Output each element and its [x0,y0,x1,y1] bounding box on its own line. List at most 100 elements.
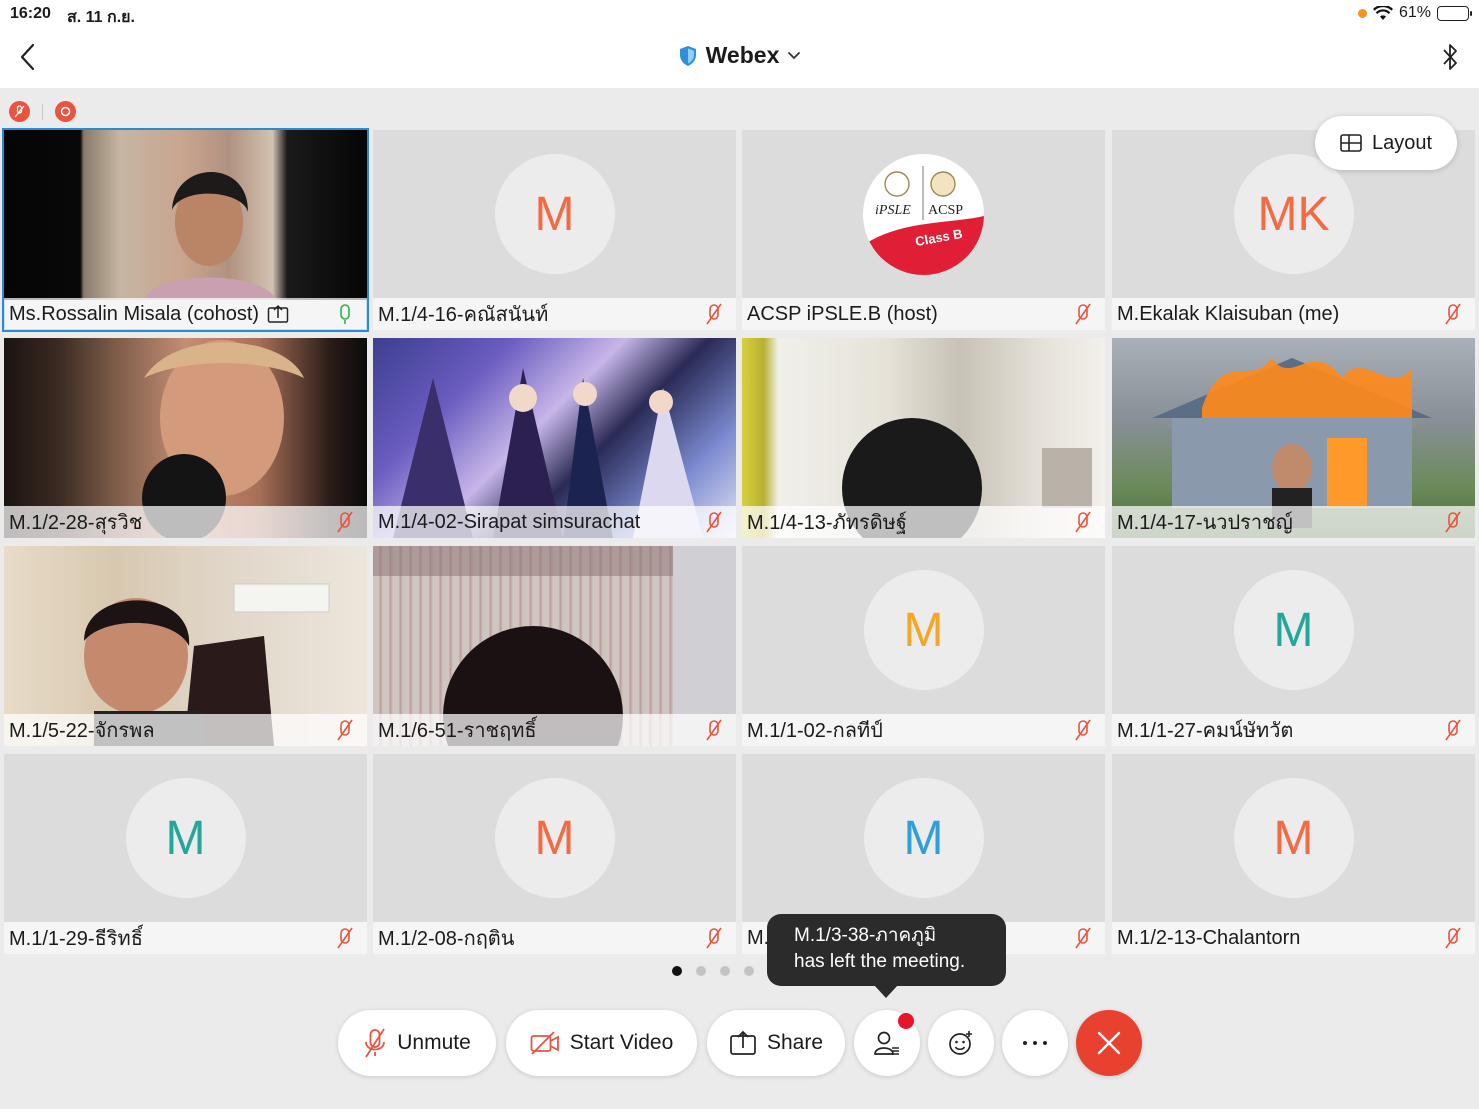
start-video-label: Start Video [569,1031,674,1054]
participant-name-bar: Ms.Rossalin Misala (cohost) [4,298,367,330]
page-dot[interactable] [672,966,682,976]
participant-tile[interactable]: M M.1/4-16-คณัสนันท์ [373,130,736,330]
mic-off-icon [706,303,722,325]
page-dot[interactable] [744,966,754,976]
participant-name-bar: M.1/1-29-ธีริทธิ์ [4,922,367,954]
title-bar: Webex [0,30,1479,88]
participant-name: M.1/2-13-Chalantorn [1117,926,1301,949]
chevron-down-icon [788,51,801,59]
unmute-button[interactable]: Unmute [338,1010,496,1076]
share-label: Share [766,1031,824,1054]
participant-name: M.Ekalak Klaisuban (me) [1117,302,1340,325]
participant-name: M.1/2-08-กฤติน [378,928,515,950]
participant-tile[interactable]: M M.1/1-02-กลทีป์ [742,546,1105,746]
participant-name: M.1/4-02-Sirapat simsurachat [378,510,641,533]
host-logo: iPSLE ACSP Class B [863,154,984,275]
participant-avatar: M [494,778,615,898]
participant-name-bar: M.1/2-08-กฤติน [373,922,736,954]
participant-name-bar: M.1/5-22-จักรพล [4,714,367,746]
status-time: 16:20 [10,5,51,22]
participant-name-bar: M.1/4-02-Sirapat simsurachat [373,506,736,538]
mic-off-icon [1075,719,1091,741]
participant-avatar: M [125,778,246,898]
participant-avatar: M [1233,778,1354,898]
participant-tile[interactable]: M.1/4-17-นวปราชญ์ [1112,338,1475,538]
share-button[interactable]: Share [707,1010,845,1076]
participant-name: M.1/1-29-ธีริทธิ์ [9,928,143,950]
participant-tile[interactable]: M.1/2-28-สุรวิช [4,338,367,538]
participant-tile[interactable]: M.1/6-51-ราชฤทธิ์ [373,546,736,746]
record-icon [60,106,71,117]
indicator-divider [42,103,43,120]
participant-grid: Ms.Rossalin Misala (cohost) M M.1/4-16-ค… [2,128,1476,955]
start-video-button[interactable]: Start Video [506,1010,697,1076]
video-feed [4,130,367,300]
page-indicator [672,966,754,976]
bluetooth-button[interactable] [1435,40,1465,74]
participant-left-toast: M.1/3-38-ภาคภูมิ has left the meeting. [767,914,1006,998]
participant-name-bar: M.Ekalak Klaisuban (me) [1112,298,1475,330]
mic-off-icon [337,511,353,533]
participant-avatar: M [1233,570,1354,690]
battery-icon [1437,5,1472,21]
participant-tile[interactable]: M M.1/2-08-กฤติน [373,754,736,954]
participant-name-bar: M.1/2-13-Chalantorn [1112,922,1475,954]
privacy-indicator-icon [1357,8,1367,18]
mic-off-icon [14,105,25,118]
layout-label: Layout [1371,131,1433,154]
participant-name-bar: ACSP iPSLE.B (host) [742,298,1105,330]
page-dot[interactable] [720,966,730,976]
participant-tile[interactable]: M M.1/2-13-Chalantorn [1112,754,1475,954]
participant-tile[interactable]: iPSLE ACSP Class B ACSP iPSLE.B (host) [742,130,1105,330]
participant-tile[interactable]: M.1/4-02-Sirapat simsurachat [373,338,736,538]
mic-off-icon [706,927,722,949]
participants-button[interactable] [854,1010,920,1076]
mic-off-icon [365,1028,386,1058]
participant-avatar: M [863,778,984,898]
mic-off-icon [337,719,353,741]
mic-off-icon [1075,303,1091,325]
participant-tile[interactable]: M M.1/1-29-ธีริทธิ์ [4,754,367,954]
participant-avatar: MK [1233,154,1354,274]
leave-meeting-button[interactable] [1076,1010,1142,1076]
mic-off-icon [706,719,722,741]
participant-avatar: M [863,570,984,690]
participant-tile[interactable]: M.1/5-22-จักรพล [4,546,367,746]
muted-indicator [9,101,30,122]
logo-text-ipsle: iPSLE [875,203,911,218]
toast-participant-name: M.1/3-38-ภาคภูมิ [794,925,937,946]
participant-name-bar: M.1/4-17-นวปราชญ์ [1112,506,1475,538]
participant-avatar: M [494,154,615,274]
shield-icon [679,45,696,66]
mic-off-icon [1075,927,1091,949]
participant-tile[interactable]: Ms.Rossalin Misala (cohost) [2,128,369,332]
participant-name-bar: M.1/1-02-กลทีป์ [742,714,1105,746]
battery-percent: 61% [1398,4,1431,21]
mic-off-icon [1445,303,1461,325]
mic-on-icon [340,304,350,324]
reactions-button[interactable] [928,1010,994,1076]
mic-off-icon [706,511,722,533]
participant-tile[interactable]: M M.1/1-27-คมน์ษัทวัต [1112,546,1475,746]
layout-button[interactable]: Layout [1315,116,1457,170]
participant-name: M.1/1-02-กลทีป์ [747,720,883,742]
layout-grid-icon [1340,134,1362,152]
meeting-title-dropdown[interactable]: Webex [0,42,1479,69]
mic-off-icon [1445,719,1461,741]
meeting-indicators [9,101,76,122]
share-screen-icon [267,304,289,323]
more-options-button[interactable] [1002,1010,1068,1076]
participant-name: M.1/4-13-ภัทรดิษฐ์ [747,512,907,534]
close-icon [1097,1031,1121,1055]
participant-name: M.1/4-17-นวปราชญ์ [1117,512,1293,534]
participant-face-graphic [144,172,276,300]
participant-tile[interactable]: M.1/4-13-ภัทรดิษฐ์ [742,338,1105,538]
participant-name: M.1/5-22-จักรพล [9,720,155,742]
bluetooth-icon [1443,44,1457,70]
participant-name-bar: M.1/2-28-สุรวิช [4,506,367,538]
page-dot[interactable] [696,966,706,976]
status-right: 61% [1357,4,1472,22]
more-icon [1023,1041,1047,1045]
participant-name: M.1/4-16-คณัสนันท์ [378,304,549,326]
mic-off-icon [1075,511,1091,533]
